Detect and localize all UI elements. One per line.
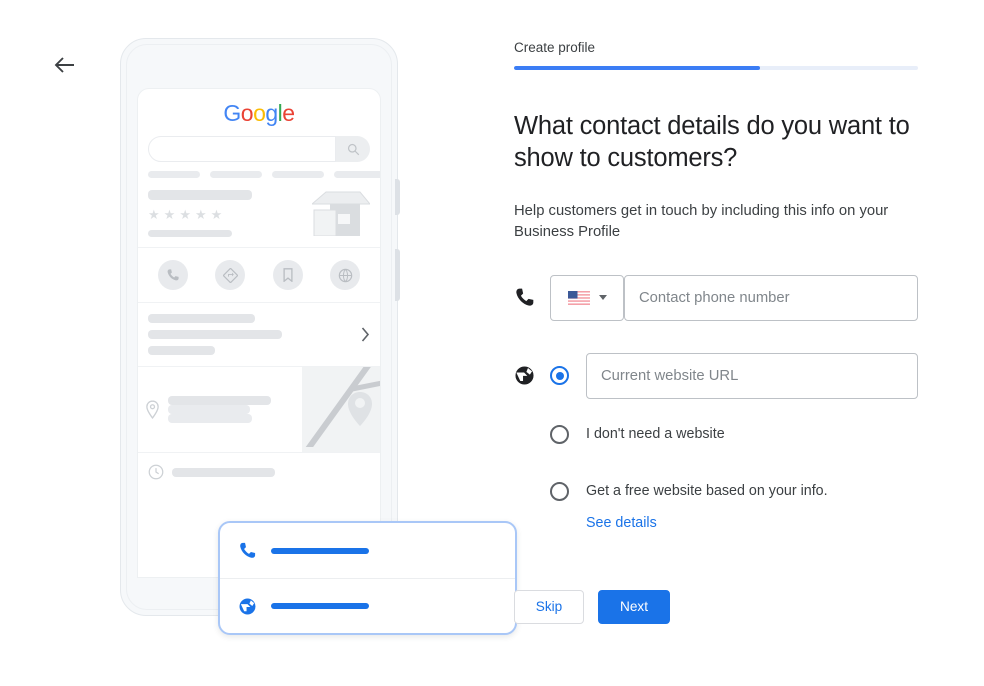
page-subtext: Help customers get in touch by including… [514,202,889,240]
star-icon: ★ [163,207,176,222]
phone-side-button-2 [395,249,400,301]
website-field-row [514,352,918,399]
mock-skeleton-line [148,314,255,323]
mock-search-input [148,136,336,162]
logo-letter: o [240,100,254,126]
mock-search-bar [148,136,370,162]
mock-skeleton-line [148,190,252,200]
form-panel: Create profile What contact details do y… [514,40,918,624]
mock-action-directions [215,260,246,290]
mock-search-button [336,136,370,162]
globe-icon [338,268,352,282]
location-pin-icon [144,400,160,419]
page-title: What contact details do you want to show… [514,112,910,173]
search-icon [347,143,359,155]
website-radio-slot [550,366,586,386]
phone-side-button-1 [395,179,400,215]
mock-action-website [330,260,361,290]
globe-icon [239,598,256,614]
callout-bar [271,603,369,609]
star-icon: ★ [148,207,160,222]
mock-chip [334,171,380,178]
arrow-left-icon [54,57,74,73]
globe-icon [514,365,550,386]
see-details-link[interactable]: See details [586,515,657,531]
contact-highlight-callout [218,521,517,635]
mock-info-row [138,302,380,366]
mock-chip [148,171,200,178]
star-icon: ★ [210,207,223,222]
phone-screen: Google ★ ★ ★ ★ ★ [137,88,381,578]
mock-map-thumbnail [302,367,380,452]
callout-row-website [220,578,515,633]
step-label: Create profile [514,40,596,55]
mock-action-buttons [138,247,380,302]
mock-skeleton-line [172,467,275,477]
website-url-input[interactable] [586,352,918,399]
mock-action-phone [157,260,188,290]
mock-hours-row [138,452,380,491]
phone-icon [240,542,256,558]
logo-letter: g [265,100,278,126]
phone-field-row [514,274,918,321]
mock-skeleton-line [168,405,250,414]
radio-current-website[interactable] [550,366,569,386]
radio-free-website[interactable] [550,481,569,501]
caret-down-icon [598,295,607,301]
option-label: Get a free website based on your info. [586,482,828,499]
page-root: Google ★ ★ ★ ★ ★ Create profile What con… [0,0,984,686]
mock-business-header: ★ ★ ★ ★ ★ [138,178,380,247]
phone-icon [167,269,179,281]
radio-slot [550,481,586,501]
country-code-selector[interactable] [550,274,624,321]
option-free-website[interactable]: Get a free website based on your info. S… [514,481,918,532]
mock-skeleton-group [148,314,353,355]
progress-bar-fill [514,66,761,70]
directions-icon [222,267,238,283]
back-button[interactable] [48,48,82,82]
star-icon: ★ [194,207,207,222]
logo-letter: o [253,100,266,126]
google-logo: Google [138,89,380,127]
mock-chip [210,171,262,178]
form-actions: Skip Next [514,589,918,624]
skip-button[interactable]: Skip [514,589,584,624]
storefront-illustration [310,190,372,237]
logo-letter: e [282,100,295,126]
mock-address-block [138,367,302,452]
mock-skeleton-line [148,346,215,355]
progress-bar [514,66,918,70]
mock-map-row [138,366,380,452]
option-no-website[interactable]: I don't need a website [514,424,918,444]
us-flag-icon [567,290,590,305]
mock-skeleton-line [168,414,252,423]
mock-skeleton-line [148,230,232,237]
mock-chip-row [138,162,380,178]
callout-row-phone [220,523,515,578]
mock-business-text: ★ ★ ★ ★ ★ [148,190,304,237]
mock-chip [272,171,324,178]
clock-icon [148,464,164,480]
mock-skeleton-line [168,396,271,405]
bookmark-icon [283,268,293,282]
phone-icon [514,287,550,308]
option-label: I don't need a website [586,425,725,442]
mock-skeleton-group [168,396,271,423]
star-icon: ★ [179,207,191,222]
mock-rating-stars: ★ ★ ★ ★ ★ [148,208,304,221]
radio-no-website[interactable] [550,424,569,444]
radio-slot [550,424,586,444]
phone-mockup: Google ★ ★ ★ ★ ★ [110,38,517,635]
phone-number-input[interactable] [624,274,918,321]
mock-action-bookmark [272,260,303,290]
logo-letter: G [223,100,241,126]
chevron-right-icon [361,327,370,342]
next-button[interactable]: Next [598,589,670,624]
mock-skeleton-group [172,467,370,477]
callout-bar [271,547,369,554]
mock-skeleton-line [148,330,282,339]
